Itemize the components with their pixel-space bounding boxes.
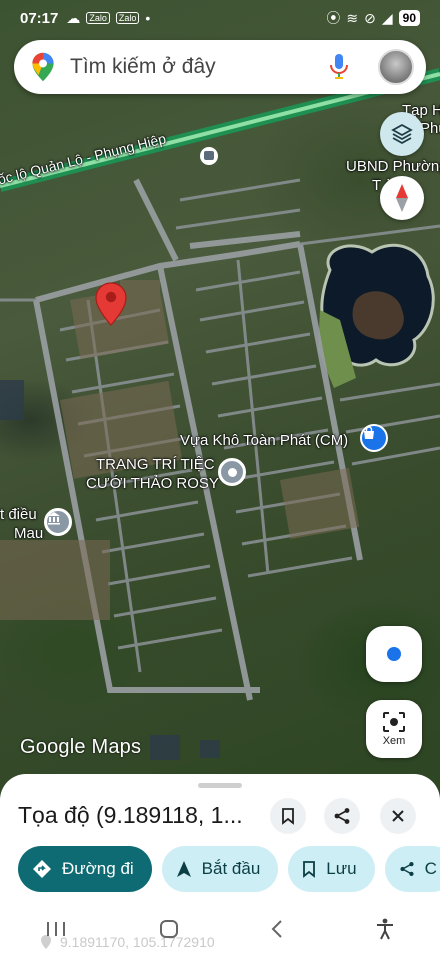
back-icon[interactable] xyxy=(270,919,284,939)
poi-label-vua-kho[interactable]: Vựa Khô Toàn Phát (CM) xyxy=(180,432,348,449)
directions-icon xyxy=(33,860,51,878)
dropped-pin-icon[interactable] xyxy=(95,282,127,326)
bookmark-icon xyxy=(303,861,316,878)
poi-label-trang-tri-1[interactable]: TRANG TRÍ TIỆC xyxy=(96,456,215,473)
start-label: Bắt đầu xyxy=(201,859,261,878)
status-bar: 07:17 ☁ Zalo Zalo • ⦿ ≋ ⊘ ◢ 90 xyxy=(0,0,440,36)
navigation-arrow-icon xyxy=(176,861,191,877)
place-title: Tọa độ (9.189118, 1... xyxy=(18,802,243,828)
close-icon xyxy=(392,810,404,822)
dot-icon: • xyxy=(145,10,151,26)
bookmark-icon xyxy=(282,808,294,825)
logo-google: Google xyxy=(20,736,86,758)
share-icon xyxy=(334,808,350,824)
layers-button[interactable] xyxy=(380,112,424,156)
google-maps-pin-icon xyxy=(32,52,54,82)
signal-icon: ◢ xyxy=(381,9,393,26)
accessibility-icon[interactable] xyxy=(375,918,395,940)
save-button[interactable]: Lưu xyxy=(288,846,375,892)
directions-button[interactable]: Đường đi xyxy=(18,846,152,892)
google-maps-logo: Google Maps xyxy=(20,736,141,759)
save-label: Lưu xyxy=(326,859,357,878)
view-button[interactable]: Xem xyxy=(366,700,422,758)
share-icon xyxy=(400,861,414,877)
search-input[interactable]: Tìm kiếm ở đây xyxy=(70,55,328,79)
street-view-icon xyxy=(383,712,405,732)
recent-apps-icon[interactable] xyxy=(45,920,67,938)
android-nav-bar xyxy=(0,904,440,953)
microphone-icon[interactable] xyxy=(328,53,350,81)
close-button[interactable] xyxy=(380,798,416,834)
my-location-icon xyxy=(387,647,401,661)
bookmark-button[interactable] xyxy=(270,798,306,834)
status-time: 07:17 xyxy=(20,9,59,27)
shopping-bag-icon[interactable] xyxy=(360,424,388,452)
share-button[interactable] xyxy=(324,798,360,834)
logo-maps: Maps xyxy=(91,736,142,758)
search-bar[interactable]: Tìm kiếm ở đây xyxy=(14,40,426,94)
compass-button[interactable] xyxy=(380,176,424,220)
zalo-notification-icon-2: Zalo xyxy=(115,12,140,24)
poi-label-left-2[interactable]: Mau xyxy=(14,525,43,542)
drag-handle[interactable] xyxy=(198,783,242,788)
action-chips: Đường đi Bắt đầu Lưu C xyxy=(18,846,440,892)
share-label: C xyxy=(424,859,437,878)
cloud-icon: ☁ xyxy=(66,9,81,26)
place-marker-icon[interactable] xyxy=(218,458,246,486)
compass-icon xyxy=(396,184,408,212)
home-icon[interactable] xyxy=(158,918,180,940)
dnd-icon: ⊘ xyxy=(364,9,376,26)
location-icon: ⦿ xyxy=(326,10,341,26)
map-view[interactable]: ốc lộ Quản Lộ - Phụng Hiệp Tạp H Phư UBN… xyxy=(0,0,440,800)
view-button-label: Xem xyxy=(382,735,406,747)
government-building-icon[interactable] xyxy=(44,508,72,536)
poi-label-ubnd[interactable]: UBND Phường xyxy=(346,158,440,175)
directions-label: Đường đi xyxy=(62,859,134,878)
layers-icon xyxy=(391,123,413,145)
poi-label-trang-tri-2[interactable]: CƯỚI THẢO ROSY xyxy=(86,475,219,492)
wifi-icon: ≋ xyxy=(346,9,359,26)
battery-icon: 90 xyxy=(398,10,420,26)
poi-label-left-1[interactable]: t điều xyxy=(0,506,37,523)
zalo-notification-icon: Zalo xyxy=(86,12,110,24)
bus-stop-icon xyxy=(200,147,218,165)
avatar[interactable] xyxy=(378,49,414,85)
share-chip-button[interactable]: C xyxy=(384,846,440,892)
my-location-button[interactable] xyxy=(366,626,422,682)
start-button[interactable]: Bắt đầu xyxy=(161,846,279,892)
